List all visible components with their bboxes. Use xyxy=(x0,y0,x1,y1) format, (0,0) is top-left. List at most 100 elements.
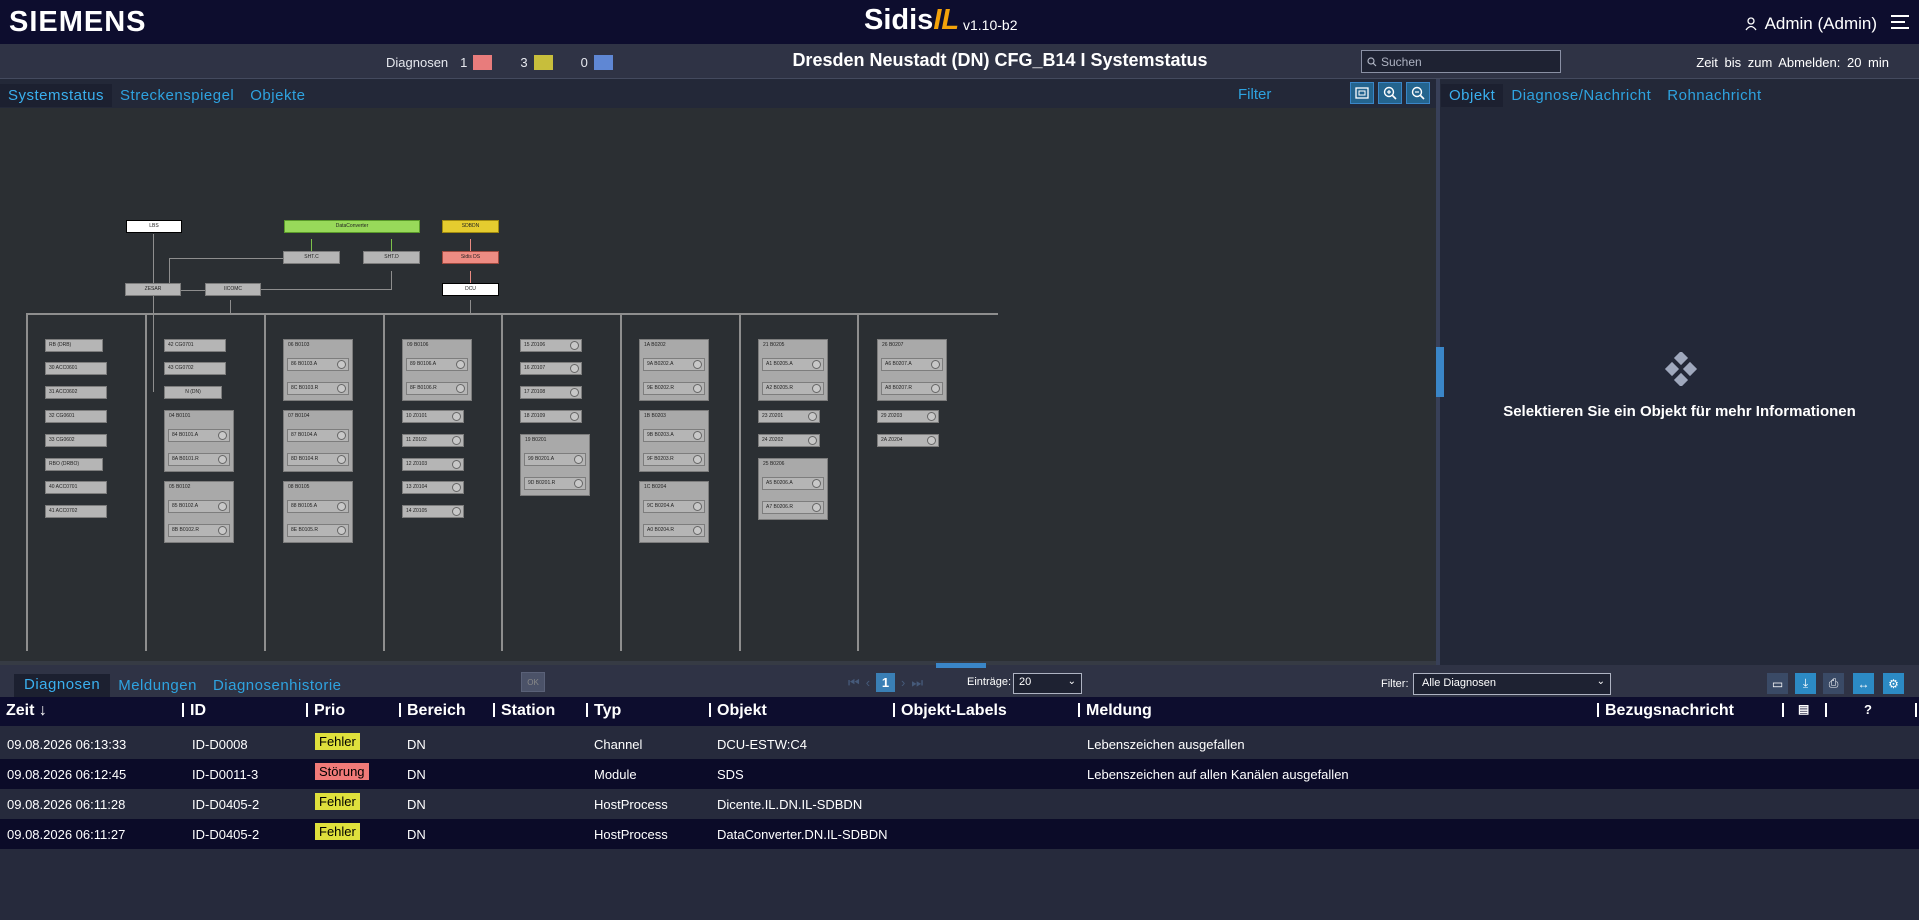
col-station[interactable]: Station xyxy=(501,702,555,720)
download-icon[interactable]: ⤓ xyxy=(1795,673,1816,694)
tab-objekt[interactable]: Objekt xyxy=(1441,84,1504,107)
print-icon[interactable]: ⎙ xyxy=(1823,673,1844,694)
node-b0203-a[interactable]: 9B B0203.A xyxy=(643,429,705,442)
group-b0103[interactable]: 06 B0103 86 B0103.A 8C B0103.R xyxy=(283,339,353,401)
col-bereich[interactable]: Bereich xyxy=(407,702,466,720)
node-b0206-a[interactable]: A5 B0206.A xyxy=(762,477,824,490)
group-b0201[interactable]: 19 B0201 99 B0201.A 9D B0201.R xyxy=(520,434,590,496)
group-b0101[interactable]: 04 B0101 84 B0101.A 8A B0101.R xyxy=(164,410,234,472)
node-cg0701[interactable]: 42 CG0701 xyxy=(164,339,226,352)
node-b0201-a[interactable]: 99 B0201.A xyxy=(524,453,586,466)
filter-link[interactable]: Filter xyxy=(1238,86,1271,103)
col-zeit[interactable]: Zeit ↓ xyxy=(6,702,47,720)
node-b0103-a[interactable]: 86 B0103.A xyxy=(287,358,349,371)
node-z0202[interactable]: 24 Z0202 xyxy=(758,434,820,447)
node-b0105-r[interactable]: 8E B0105.R xyxy=(287,524,349,537)
node-b0203-r[interactable]: 9F B0203.R xyxy=(643,453,705,466)
node-cg0602[interactable]: 33 CG0602 xyxy=(45,434,107,447)
node-b0204-r[interactable]: A0 B0204.R xyxy=(643,524,705,537)
node-b0207-r[interactable]: A8 B0207.R xyxy=(881,382,943,395)
node-b0105-a[interactable]: 88 B0105.A xyxy=(287,500,349,513)
node-sht-c[interactable]: SHT.C xyxy=(283,251,340,264)
node-b0205-r[interactable]: A2 B0205.R xyxy=(762,382,824,395)
bottom-resize-handle[interactable] xyxy=(936,663,986,668)
col-prio[interactable]: Prio xyxy=(314,702,345,720)
node-cg0702[interactable]: 43 CG0702 xyxy=(164,362,226,375)
node-acc0701[interactable]: 40 ACC0701 xyxy=(45,481,107,494)
tab-systemstatus[interactable]: Systemstatus xyxy=(0,84,113,107)
next-page-icon[interactable]: › xyxy=(901,675,905,690)
node-acc0702[interactable]: 41 ACC0702 xyxy=(45,505,107,518)
node-b0103-r[interactable]: 8C B0103.R xyxy=(287,382,349,395)
node-b0205-a[interactable]: A1 B0205.A xyxy=(762,358,824,371)
col-objekt[interactable]: Objekt xyxy=(717,702,767,720)
node-z0101[interactable]: 10 Z0101 xyxy=(402,410,464,423)
user-menu[interactable]: Admin (Admin) xyxy=(1745,14,1877,34)
group-b0105[interactable]: 08 B0105 88 B0105.A 8E B0105.R xyxy=(283,481,353,543)
ok-button[interactable]: OK xyxy=(521,672,545,692)
group-b0204[interactable]: 1C B0204 9C B0204.A A0 B0204.R xyxy=(639,481,709,543)
group-b0106[interactable]: 09 B0106 89 B0106.A 8F B0106.R xyxy=(402,339,472,401)
node-zesar[interactable]: ZESAR xyxy=(125,283,181,296)
node-b0101-a[interactable]: 84 B0101.A xyxy=(168,429,230,442)
node-acc0602[interactable]: 31 ACC0602 xyxy=(45,386,107,399)
node-z0204[interactable]: 2A Z0204 xyxy=(877,434,939,447)
zoom-out-icon[interactable] xyxy=(1406,82,1430,104)
first-page-icon[interactable]: ⏮ xyxy=(848,675,860,691)
tab-meldungen[interactable]: Meldungen xyxy=(110,674,205,697)
prev-page-icon[interactable]: ‹ xyxy=(866,675,870,690)
node-iicomc[interactable]: IICOMC xyxy=(205,283,261,296)
node-b0204-a[interactable]: 9C B0204.A xyxy=(643,500,705,513)
node-b0104-r[interactable]: 8D B0104.R xyxy=(287,453,349,466)
node-b0102-a[interactable]: 85 B0102.A xyxy=(168,500,230,513)
col-typ[interactable]: Typ xyxy=(594,702,621,720)
group-b0205[interactable]: 21 B0205 A1 B0205.A A2 B0205.R xyxy=(758,339,828,401)
table-row[interactable]: 09.08.2026 06:11:27 ID-D0405-2 Fehler DN Hos… xyxy=(0,819,1919,849)
node-acc0601[interactable]: 30 ACC0601 xyxy=(45,362,107,375)
comment-icon[interactable]: ▭ xyxy=(1767,673,1788,694)
col-id[interactable]: ID xyxy=(190,702,206,720)
node-cg0601[interactable]: 32 CG0601 xyxy=(45,410,107,423)
node-z0106[interactable]: 15 Z0106 xyxy=(520,339,582,352)
node-lbs[interactable]: LBS xyxy=(126,220,182,233)
node-b0106-a[interactable]: 89 B0106.A xyxy=(406,358,468,371)
node-b0202-a[interactable]: 9A B0202.A xyxy=(643,358,705,371)
table-row[interactable]: 09.08.2026 06:12:45 ID-D0011-3 Störung DN Mo… xyxy=(0,759,1919,789)
node-b0202-r[interactable]: 9E B0202.R xyxy=(643,382,705,395)
node-rb-drb[interactable]: RB (DRB) xyxy=(45,339,103,352)
group-b0203[interactable]: 1B B0203 9B B0203.A 9F B0203.R xyxy=(639,410,709,472)
node-b0206-r[interactable]: A7 B0206.R xyxy=(762,501,824,514)
node-b0207-a[interactable]: A6 B0207.A xyxy=(881,358,943,371)
fit-to-screen-icon[interactable] xyxy=(1350,82,1374,104)
fit-columns-icon[interactable]: ↔ xyxy=(1853,673,1874,694)
panel-resize-handle[interactable] xyxy=(1436,347,1444,397)
col-objekt-labels[interactable]: Objekt-Labels xyxy=(901,702,1007,720)
search-input[interactable]: Suchen xyxy=(1361,50,1561,73)
node-z0103[interactable]: 12 Z0103 xyxy=(402,458,464,471)
node-rbo-drbo[interactable]: RBO (DRBO) xyxy=(45,458,103,471)
page-size-select[interactable]: 20 ⌄ xyxy=(1013,673,1082,694)
node-sht-d[interactable]: SHT.D xyxy=(363,251,420,264)
table-row[interactable]: 09.08.2026 06:13:33 ID-D0008 Fehler DN Chann… xyxy=(0,729,1919,759)
tab-diagnosenhistorie[interactable]: Diagnosenhistorie xyxy=(205,674,350,697)
page-number[interactable]: 1 xyxy=(876,673,896,692)
node-b0101-r[interactable]: 8A B0101.R xyxy=(168,453,230,466)
col-help[interactable]: ? xyxy=(1864,702,1872,717)
group-b0202[interactable]: 1A B0202 9A B0202.A 9E B0202.R xyxy=(639,339,709,401)
node-z0109[interactable]: 18 Z0109 xyxy=(520,410,582,423)
node-b0102-r[interactable]: 8B B0102.R xyxy=(168,524,230,537)
tab-diagnosen[interactable]: Diagnosen xyxy=(14,674,111,697)
node-z0107[interactable]: 16 Z0107 xyxy=(520,362,582,375)
node-dataconverter[interactable]: DataConverter xyxy=(284,220,420,233)
zoom-in-icon[interactable] xyxy=(1378,82,1402,104)
group-b0104[interactable]: 07 B0104 87 B0104.A 8D B0104.R xyxy=(283,410,353,472)
node-sdbdn[interactable]: SDBDN xyxy=(442,220,499,233)
tab-streckenspiegel[interactable]: Streckenspiegel xyxy=(112,84,242,107)
group-b0102[interactable]: 05 B0102 85 B0102.A 8B B0102.R xyxy=(164,481,234,543)
table-row[interactable]: 09.08.2026 06:11:28 ID-D0405-2 Fehler DN Hos… xyxy=(0,789,1919,819)
tab-diagnose-nachricht[interactable]: Diagnose/Nachricht xyxy=(1503,84,1659,107)
tab-rohnachricht[interactable]: Rohnachricht xyxy=(1659,84,1769,107)
settings-gear-icon[interactable]: ⚙ xyxy=(1883,673,1904,694)
node-b0106-r[interactable]: 8F B0106.R xyxy=(406,382,468,395)
node-dcu[interactable]: DCU xyxy=(442,283,499,296)
